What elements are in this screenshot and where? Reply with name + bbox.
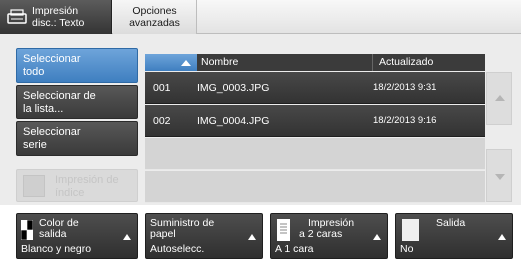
output-button[interactable]: Salida No — [395, 213, 513, 259]
two-sided-print-button[interactable]: Impresión a 2 caras A 1 cara — [270, 213, 388, 259]
printer-icon — [7, 9, 27, 24]
output-tray-icon — [402, 219, 419, 241]
button-value: No — [400, 243, 414, 255]
chevron-up-icon — [498, 234, 506, 240]
sort-ascending-icon — [181, 60, 191, 66]
row-number: 002 — [153, 115, 171, 127]
button-value: Blanco y negro — [21, 243, 92, 255]
arrow-down-icon — [495, 174, 505, 180]
tab-text-print[interactable]: Impresión disc.: Texto — [0, 0, 112, 34]
button-label-line2: todo — [23, 66, 45, 78]
row-date: 18/2/2013 9:16 — [373, 115, 437, 126]
tab-label-line2: avanzadas — [129, 17, 180, 29]
scroll-down-button[interactable] — [486, 149, 512, 202]
row-filename: IMG_0003.JPG — [197, 82, 270, 94]
tab-label-line2: disc.: Texto — [32, 17, 85, 29]
scroll-up-button[interactable] — [486, 72, 512, 125]
index-print-button: Impresión de índice — [16, 169, 138, 202]
tab-bar: Impresión disc.: Texto Opciones avanzada… — [0, 0, 521, 34]
button-label-line2: salida — [39, 228, 67, 240]
column-header-name[interactable]: Nombre — [201, 54, 238, 71]
button-value: Autoselecc. — [150, 243, 205, 255]
select-series-button[interactable]: Seleccionar serie — [16, 121, 138, 156]
button-label-line1: Seleccionar — [23, 126, 81, 138]
document-icon — [277, 219, 290, 241]
file-table: Nombre Actualizado 001 IMG_0003.JPG 18/2… — [145, 54, 485, 203]
sort-toggle[interactable] — [145, 54, 197, 71]
button-label-line2: papel — [150, 228, 176, 240]
tab-advanced-options[interactable]: Opciones avanzadas — [113, 0, 197, 34]
arrow-up-icon — [495, 95, 505, 101]
color-mode-icon — [21, 220, 33, 240]
table-row[interactable]: 001 IMG_0003.JPG 18/2/2013 9:31 — [145, 72, 485, 104]
main-panel: Seleccionar todo Seleccionar de la lista… — [0, 34, 521, 205]
select-all-button[interactable]: Seleccionar todo — [16, 48, 138, 83]
button-label-line1: Salida — [436, 217, 466, 229]
button-label-line2: a 2 caras — [299, 228, 343, 240]
button-label-line2: serie — [23, 139, 47, 151]
table-header: Nombre Actualizado — [145, 54, 485, 71]
table-row-empty — [145, 138, 485, 170]
tab-label-line1: Opciones — [132, 5, 177, 17]
column-header-date[interactable]: Actualizado — [372, 54, 433, 71]
output-color-button[interactable]: Color de salida Blanco y negro — [16, 213, 138, 259]
row-number: 001 — [153, 82, 171, 94]
chevron-up-icon — [373, 234, 381, 240]
tab-label-line1: Impresión — [32, 5, 79, 17]
chevron-up-icon — [123, 234, 131, 240]
checkbox-icon — [23, 175, 45, 197]
button-value: A 1 cara — [275, 243, 314, 255]
button-label-line2: índice — [55, 187, 85, 199]
button-label-line1: Impresión de — [55, 174, 119, 186]
bottom-bar: Color de salida Blanco y negro Suministr… — [0, 205, 521, 261]
table-row[interactable]: 002 IMG_0004.JPG 18/2/2013 9:16 — [145, 105, 485, 137]
chevron-up-icon — [248, 234, 256, 240]
row-filename: IMG_0004.JPG — [197, 115, 270, 127]
button-label-line2: la lista... — [23, 103, 64, 115]
paper-supply-button[interactable]: Suministro de papel Autoselecc. — [145, 213, 263, 259]
button-label-line1: Seleccionar — [23, 53, 81, 65]
select-from-list-button[interactable]: Seleccionar de la lista... — [16, 85, 138, 119]
table-row-empty — [145, 171, 485, 203]
button-label-line1: Seleccionar de — [23, 90, 96, 102]
row-date: 18/2/2013 9:31 — [373, 82, 437, 93]
